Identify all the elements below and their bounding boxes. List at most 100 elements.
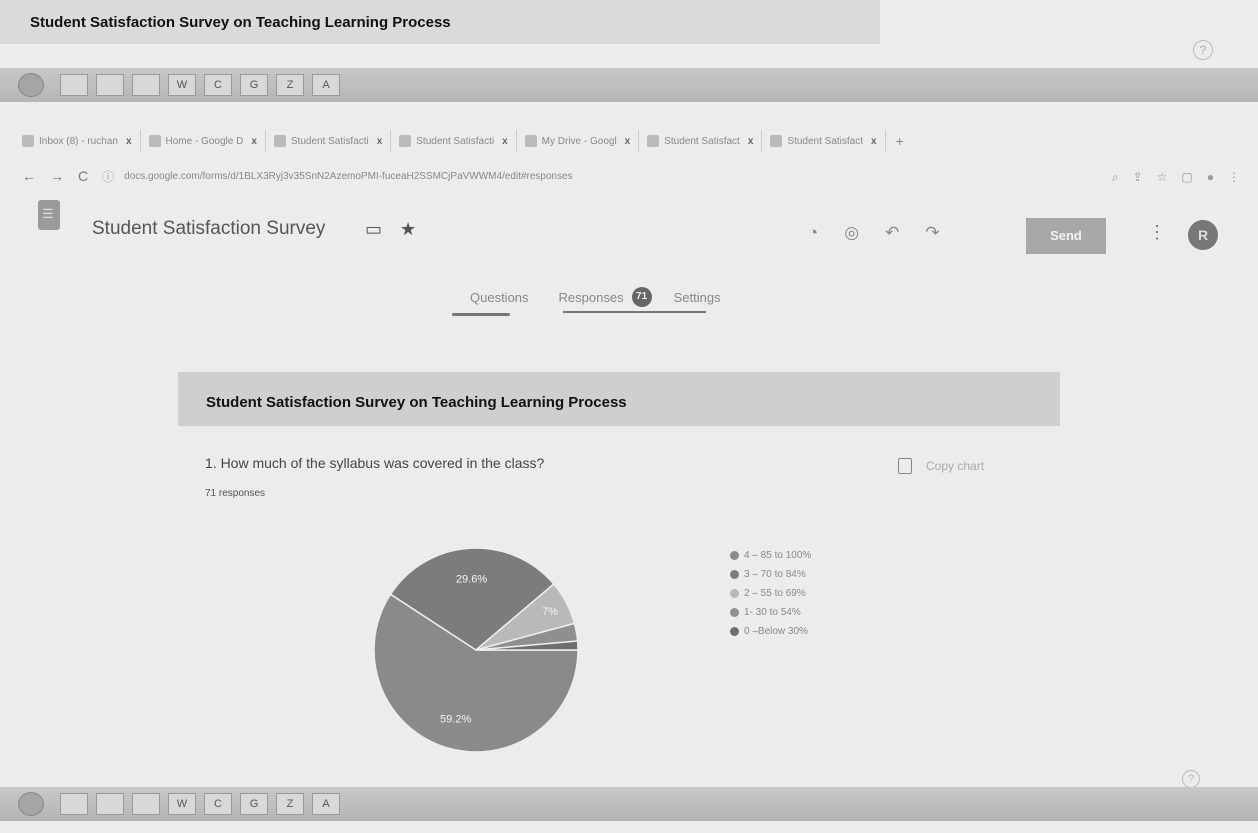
browser-tab-strip: Inbox (8) - ruchan x Home - Google Dx Stu… <box>0 128 1258 154</box>
legend-label: 2 – 55 to 69% <box>744 588 806 599</box>
forms-icon <box>770 135 783 147</box>
legend-swatch <box>730 551 739 560</box>
forms-icon <box>647 135 660 147</box>
legend-swatch <box>730 608 739 617</box>
card-title: Student Satisfaction Survey on Teaching … <box>206 394 627 411</box>
bookmark-star-icon[interactable]: ☆ <box>1157 170 1168 185</box>
star-icon[interactable]: ★ <box>400 219 416 240</box>
taskbar-icon[interactable] <box>60 74 88 96</box>
chart-legend: 4 – 85 to 100% 3 – 70 to 84% 2 – 55 to 69%… <box>730 546 811 641</box>
archive-icon[interactable]: Z <box>276 74 304 96</box>
close-tab-icon[interactable]: x <box>871 136 877 147</box>
forms-icon <box>399 135 412 147</box>
browser-tab[interactable]: Student Satisfact x <box>639 130 763 152</box>
copy-chart-label: Copy chart <box>926 459 985 473</box>
drive-icon <box>148 135 161 147</box>
close-tab-icon[interactable]: x <box>126 136 132 147</box>
gmail-icon <box>22 135 34 147</box>
archive-icon[interactable]: Z <box>276 793 304 815</box>
forms-logo-icon[interactable] <box>38 200 60 230</box>
profile-icon[interactable]: ● <box>1207 170 1214 185</box>
taskbar-top: W C G Z A <box>0 68 1258 102</box>
google-icon[interactable]: G <box>240 793 268 815</box>
banner-title: Student Satisfaction Survey on Teaching … <box>30 14 451 31</box>
url-field[interactable]: docs.google.com/forms/d/1BLX3Ryj3v35SnN2… <box>124 171 573 182</box>
pie-slice-label: 29.6% <box>456 574 487 586</box>
chrome-icon[interactable]: C <box>204 74 232 96</box>
response-count: 71 responses <box>205 488 266 499</box>
close-tab-icon[interactable]: x <box>502 136 508 147</box>
word-icon[interactable]: W <box>168 793 196 815</box>
chrome-icon[interactable]: C <box>204 793 232 815</box>
close-tab-icon[interactable]: x <box>748 136 754 147</box>
taskbar-icon[interactable] <box>132 793 160 815</box>
card-header: Student Satisfaction Survey on Teaching … <box>178 372 1060 426</box>
site-info-icon[interactable]: ⓘ <box>102 168 114 185</box>
palette-icon[interactable]: ◔ <box>808 223 818 243</box>
browser-tab[interactable]: My Drive - Googl x <box>517 130 640 152</box>
taskbar-bottom: W C G Z A <box>0 787 1258 821</box>
legend-swatch <box>730 627 739 636</box>
browser-tab[interactable]: Student Satisfact x <box>762 130 886 152</box>
browser-tab[interactable]: Student Satisfacti x <box>391 130 517 152</box>
address-bar: ← → C ⓘ docs.google.com/forms/d/1BLX3Ryj… <box>0 162 1258 190</box>
responses-count-badge: 71 <box>631 287 652 307</box>
redo-icon[interactable]: ↷ <box>925 223 939 243</box>
tab-settings[interactable]: Settings <box>674 290 721 305</box>
legend-item: 4 – 85 to 100% <box>730 546 811 565</box>
copy-icon <box>898 458 912 474</box>
legend-label: 1- 30 to 54% <box>744 607 801 618</box>
share-icon[interactable]: ⇪ <box>1133 170 1143 185</box>
taskbar-icon[interactable] <box>132 74 160 96</box>
browser-tab[interactable]: Student Satisfacti x <box>266 130 392 152</box>
more-options-icon[interactable]: ⋮ <box>1148 222 1166 243</box>
drive-icon <box>524 135 537 147</box>
close-tab-icon[interactable]: x <box>625 136 631 147</box>
pie-chart: 59.2% 29.6% 7% <box>373 547 579 753</box>
legend-label: 4 – 85 to 100% <box>744 550 812 561</box>
acrobat-icon[interactable]: A <box>312 793 340 815</box>
undo-icon[interactable]: ↶ <box>885 223 899 243</box>
start-button[interactable] <box>18 792 44 816</box>
close-tab-icon[interactable]: x <box>377 136 383 147</box>
browser-tab[interactable]: Inbox (8) - ruchan x <box>14 130 141 152</box>
browser-tab[interactable]: Home - Google Dx <box>141 130 266 152</box>
taskbar-icon[interactable] <box>96 74 124 96</box>
taskbar-icon[interactable] <box>60 793 88 815</box>
avatar[interactable]: R <box>1188 220 1218 250</box>
forward-icon[interactable]: → <box>50 168 64 184</box>
legend-label: 0 –Below 30% <box>744 626 808 637</box>
tab-responses[interactable]: Responses <box>559 290 624 305</box>
legend-label: 3 – 70 to 84% <box>744 569 806 580</box>
legend-item: 2 – 55 to 69% <box>730 584 811 603</box>
forms-icon <box>273 135 286 147</box>
new-tab-button[interactable]: + <box>896 133 904 149</box>
zoom-icon[interactable]: ⌕ <box>1112 170 1119 185</box>
word-icon[interactable]: W <box>168 74 196 96</box>
preview-eye-icon[interactable]: ◎ <box>844 223 859 243</box>
taskbar-icon[interactable] <box>96 793 124 815</box>
help-icon[interactable]: ? <box>1182 770 1200 788</box>
copy-chart-button[interactable]: Copy chart <box>898 458 984 474</box>
legend-swatch <box>730 570 739 579</box>
start-button[interactable] <box>18 73 44 97</box>
pie-slice-label: 7% <box>542 606 558 618</box>
form-title[interactable]: Student Satisfaction Survey <box>92 218 325 240</box>
browser-menu-icon[interactable]: ⋮ <box>1228 170 1240 185</box>
pie-slice-label: 59.2% <box>440 713 471 725</box>
banner-header: Student Satisfaction Survey on Teaching … <box>0 0 880 44</box>
google-icon[interactable]: G <box>240 74 268 96</box>
folder-icon[interactable]: ▭ <box>365 219 382 240</box>
reload-icon[interactable]: C <box>78 168 88 184</box>
close-tab-icon[interactable]: x <box>251 136 257 147</box>
legend-item: 3 – 70 to 84% <box>730 565 811 584</box>
legend-swatch <box>730 589 739 598</box>
send-button[interactable]: Send <box>1026 218 1106 254</box>
legend-item: 0 –Below 30% <box>730 622 811 641</box>
window-icon[interactable]: ▢ <box>1181 170 1192 185</box>
help-icon[interactable]: ? <box>1193 40 1213 60</box>
question-title: 1. How much of the syllabus was covered … <box>205 455 545 471</box>
back-icon[interactable]: ← <box>22 168 36 184</box>
acrobat-icon[interactable]: A <box>312 74 340 96</box>
tab-questions[interactable]: Questions <box>470 290 529 305</box>
